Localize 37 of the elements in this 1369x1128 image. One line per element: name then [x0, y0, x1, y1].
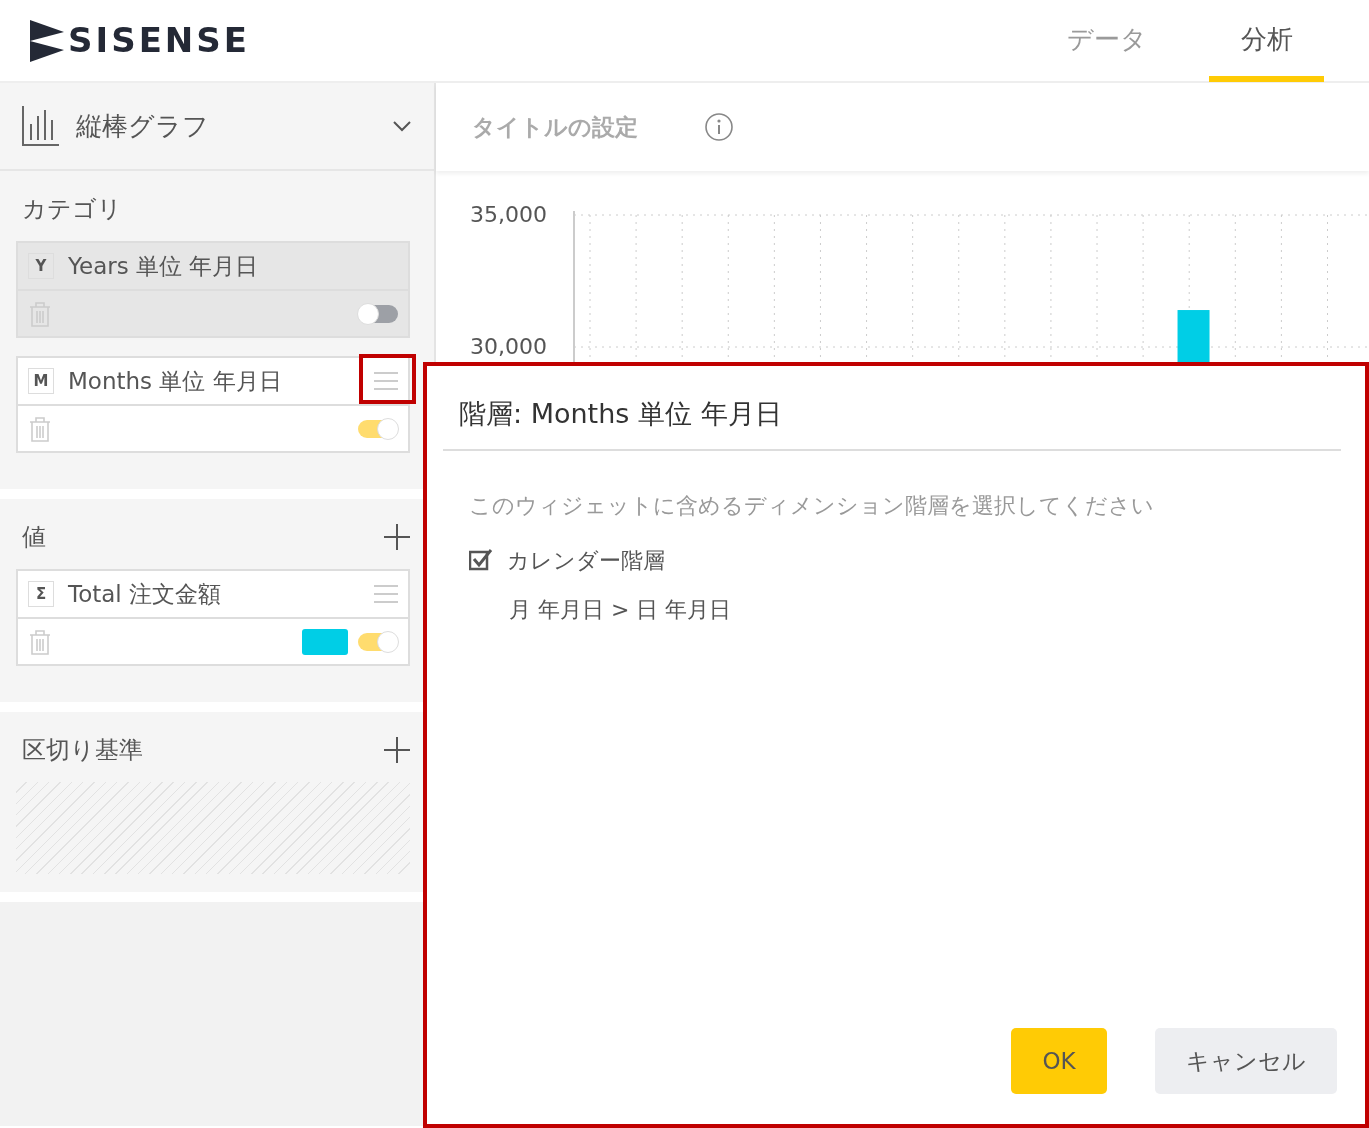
logo-text: SISENSE [68, 19, 251, 62]
trash-icon[interactable] [28, 628, 52, 655]
bar[interactable] [1177, 310, 1210, 362]
option-label: カレンダー階層 [507, 546, 665, 575]
dialog-title: 階層: Months 単位 年月日 [443, 366, 1341, 451]
bar-chart-icon [22, 106, 60, 146]
info-icon[interactable] [704, 112, 734, 142]
chart-type-label: 縦棒グラフ [76, 109, 210, 143]
toggle-switch[interactable] [358, 419, 398, 438]
logo-mark-icon [30, 19, 64, 62]
toggle-switch[interactable] [358, 632, 398, 651]
type-badge: Σ [28, 581, 54, 607]
section-title: カテゴリ [21, 194, 122, 225]
trash-icon[interactable] [28, 300, 52, 327]
hierarchy-path: 月 年月日 > 日 年月日 [508, 595, 733, 624]
color-swatch[interactable] [302, 628, 348, 655]
menu-icon[interactable] [374, 372, 398, 390]
section-title: 値 [21, 522, 46, 553]
type-badge: M [28, 368, 54, 394]
ok-button[interactable]: OK [1011, 1028, 1107, 1094]
y-tick-label: 35,000 [470, 202, 547, 227]
field-label: Years 単位 年月日 [68, 251, 260, 281]
add-icon[interactable] [384, 737, 410, 763]
chevron-down-icon [392, 120, 412, 132]
add-icon[interactable] [384, 524, 410, 550]
field-label: Total 注文金額 [68, 579, 223, 609]
cancel-button[interactable]: キャンセル [1155, 1028, 1337, 1094]
menu-icon[interactable] [374, 585, 398, 603]
field-label: Months 単位 年月日 [68, 366, 283, 396]
toggle-switch[interactable] [358, 304, 398, 323]
y-tick-label: 30,000 [470, 334, 547, 359]
dialog-hint: このウィジェットに含めるディメンション階層を選択してください [468, 491, 1155, 520]
section-title: 区切り基準 [21, 735, 143, 766]
nav-tab[interactable]: 分析 [1209, 0, 1324, 82]
trash-icon[interactable] [28, 415, 52, 442]
type-badge: Y [28, 253, 54, 279]
checkbox[interactable] [469, 548, 493, 572]
